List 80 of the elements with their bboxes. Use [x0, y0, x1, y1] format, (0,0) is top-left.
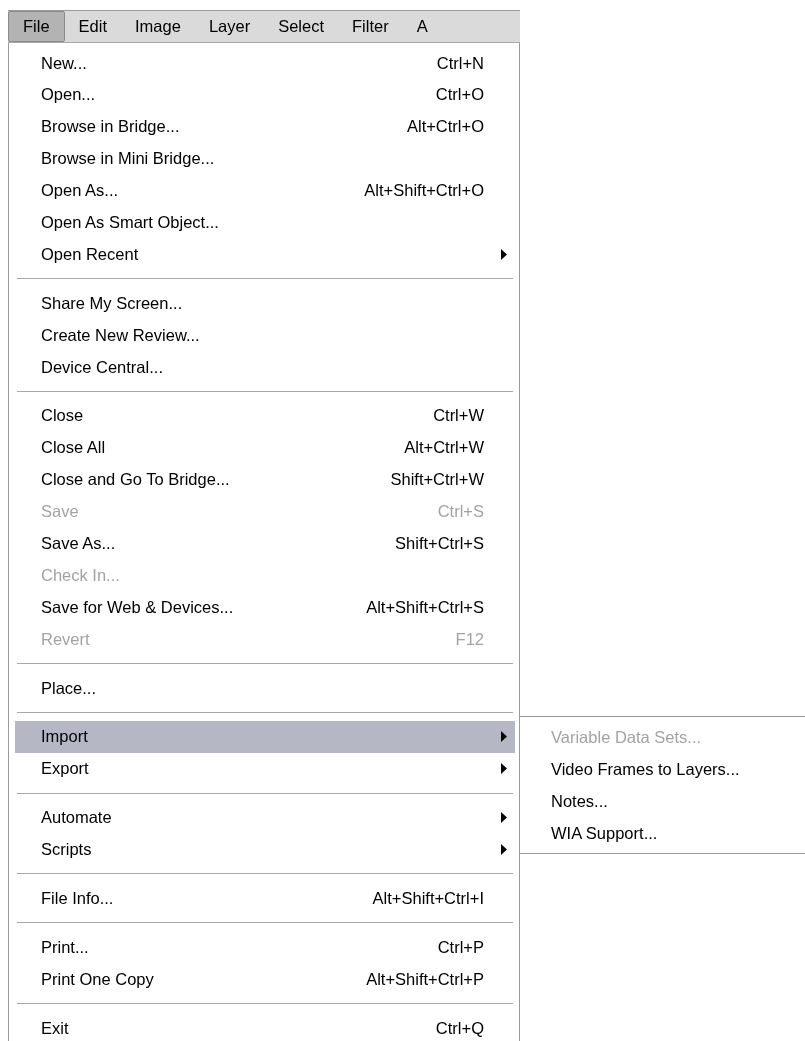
menu-item-label: Close and Go To Bridge...	[41, 469, 230, 491]
menu-item[interactable]: Share My Screen...	[15, 287, 515, 320]
menu-bar-item[interactable]: A	[402, 11, 442, 42]
menu-item-label: Browse in Bridge...	[41, 116, 180, 138]
menu-item[interactable]: Open... Ctrl+O	[15, 78, 515, 111]
shortcut-label: Alt+Shift+Ctrl+O	[364, 180, 484, 202]
menu-item-label: Save As...	[41, 533, 116, 555]
submenu-item[interactable]: Video Frames to Layers...	[520, 753, 805, 786]
shortcut-label: Shift+Ctrl+S	[395, 533, 484, 555]
menu-item-label: Check In...	[41, 564, 120, 586]
menu-bar-item[interactable]: Filter	[338, 11, 403, 42]
menu-item-label: Automate	[41, 807, 112, 829]
menu-item[interactable]: Automate	[15, 801, 515, 834]
menu-item-label: Save	[41, 501, 79, 523]
submenu-arrow-icon	[501, 248, 507, 260]
shortcut-label: Ctrl+Q	[435, 1017, 484, 1039]
menu-item-label: New...	[41, 52, 87, 74]
menu-item[interactable]: Save for Web & Devices... Alt+Shift+Ctrl+S	[15, 591, 515, 624]
menu-bar-item[interactable]: Select	[264, 11, 339, 42]
menu-item-label: Open As...	[41, 180, 119, 202]
menu-item-label: Create New Review...	[41, 324, 200, 346]
shortcut-label: Ctrl+N	[436, 52, 484, 74]
menu-bar-item[interactable]: File	[8, 11, 65, 42]
menu-item[interactable]: Export	[15, 752, 515, 785]
menu-item[interactable]: Close All Alt+Ctrl+W	[15, 431, 515, 464]
submenu-arrow-icon	[501, 812, 507, 824]
shortcut-label: Shift+Ctrl+W	[390, 469, 484, 491]
menu-item[interactable]: Close Ctrl+W	[15, 399, 515, 432]
menu-item-label: Open...	[41, 84, 96, 106]
submenu-item[interactable]: Notes...	[520, 785, 805, 818]
menu-item-label: Scripts	[41, 839, 92, 861]
menu-item[interactable]: File Info... Alt+Shift+Ctrl+I	[15, 882, 515, 915]
menu-item-label: Revert	[41, 628, 90, 650]
menu-item-label: Import	[41, 726, 88, 748]
menu-item-label: Close	[41, 405, 84, 427]
shortcut-label: Ctrl+S	[437, 501, 484, 523]
menu-item[interactable]: Create New Review...	[15, 319, 515, 351]
shortcut-label: Alt+Ctrl+W	[404, 437, 484, 459]
menu-bar-item[interactable]: Layer	[194, 11, 265, 42]
menu-item[interactable]: Open As Smart Object...	[15, 206, 515, 239]
menu-item-label: Save for Web & Devices...	[41, 596, 234, 618]
shortcut-label: Alt+Ctrl+O	[406, 116, 484, 138]
shortcut-label: Ctrl+P	[437, 936, 484, 958]
menu-bar-item[interactable]: Image	[121, 11, 195, 42]
submenu-item[interactable]: WIA Support...	[520, 817, 805, 850]
menu-item-label: Export	[41, 758, 89, 780]
submenu-arrow-icon	[501, 731, 507, 743]
menu-item[interactable]: Place...	[15, 672, 515, 704]
menu-item[interactable]: Device Central...	[15, 351, 515, 383]
menu-item-label: Open Recent	[41, 243, 139, 265]
menu-item[interactable]: Browse in Mini Bridge...	[15, 142, 515, 175]
menu-item-label: File Info...	[41, 888, 114, 910]
submenu-arrow-icon	[501, 763, 507, 775]
menu-item-label: Browse in Mini Bridge...	[41, 148, 215, 170]
menu-item-label: Device Central...	[41, 356, 163, 378]
menu-item[interactable]: Close and Go To Bridge... Shift+Ctrl+W	[15, 463, 515, 496]
menu-item[interactable]: Open Recent	[15, 238, 515, 271]
menu-item[interactable]: Print One Copy Alt+Shift+Ctrl+P	[15, 963, 515, 996]
menu-item-label: Print...	[41, 936, 89, 958]
menu-item-label: Close All	[41, 437, 106, 459]
menu-item[interactable]: Open As... Alt+Shift+Ctrl+O	[15, 174, 515, 207]
menu-bar-item[interactable]: Edit	[64, 11, 122, 42]
menu-item-label: Place...	[41, 677, 97, 699]
menu-item[interactable]: New... Ctrl+N	[15, 47, 515, 79]
menu-item[interactable]: Save As... Shift+Ctrl+S	[15, 527, 515, 560]
submenu-arrow-icon	[501, 844, 507, 856]
menu-item-label: Open As Smart Object...	[41, 212, 219, 233]
shortcut-label: Alt+Shift+Ctrl+P	[366, 968, 484, 990]
menu-item[interactable]: Scripts	[15, 833, 515, 866]
shortcut-label: Ctrl+W	[433, 405, 484, 427]
menu-item-label: Exit	[41, 1017, 69, 1039]
menu-item-label: Print One Copy	[41, 968, 154, 990]
shortcut-label: Alt+Shift+Ctrl+S	[366, 596, 484, 618]
menu-item-label: Share My Screen...	[41, 292, 183, 314]
shortcut-label: F12	[455, 628, 484, 650]
menu-item[interactable]: Print... Ctrl+P	[15, 931, 515, 964]
shortcut-label: Alt+Shift+Ctrl+I	[372, 888, 484, 910]
menu-item[interactable]: Browse in Bridge... Alt+Ctrl+O	[15, 110, 515, 143]
shortcut-label: Ctrl+O	[435, 84, 484, 106]
menu-item[interactable]: Exit Ctrl+Q	[15, 1012, 515, 1041]
